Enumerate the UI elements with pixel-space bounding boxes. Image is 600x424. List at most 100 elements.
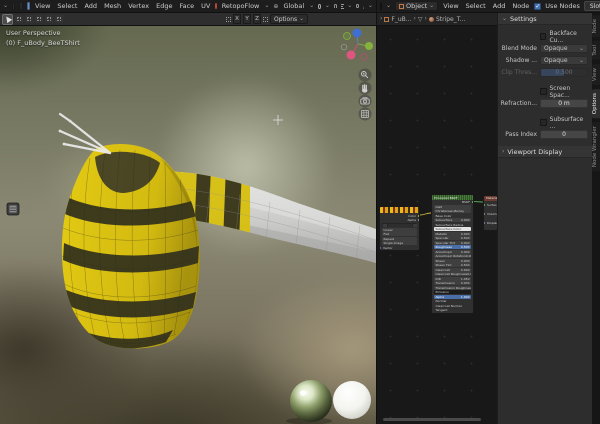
vertex-select-mode-button[interactable] (12, 2, 15, 10)
image-datablock-selector[interactable] (382, 223, 417, 227)
principled-node-row[interactable]: Alpha1.000 (434, 295, 471, 299)
shader-menu-item[interactable]: Select (465, 2, 487, 10)
snap-with-icon[interactable] (341, 4, 344, 9)
shadow-mode-dropdown[interactable]: Opaque ⌄ (540, 56, 588, 65)
viewport-menu-item[interactable]: Select (56, 2, 78, 10)
refraction-depth-field[interactable]: 0 m (540, 99, 588, 108)
viewport-display-panel-header[interactable]: › Viewport Display (498, 146, 592, 158)
viewport-nav-buttons[interactable] (359, 69, 372, 121)
principled-node-row[interactable]: Christensen-Burley (434, 209, 471, 213)
sidebar-tab[interactable]: View (592, 64, 600, 85)
crumb-material-name[interactable]: Stripe_T... (436, 16, 465, 23)
image-node-dropdown[interactable]: Linear (382, 228, 417, 232)
image-node-dropdown[interactable]: Repeat (382, 237, 417, 241)
zoom-button[interactable] (359, 69, 372, 82)
principled-node-row[interactable]: Clearcoat Normal (434, 304, 471, 308)
crumb-object-name[interactable]: F_uB... (391, 16, 411, 23)
principled-node-row[interactable]: Subsurface Color (434, 227, 471, 231)
mode-dropdown-chevron-icon[interactable]: ⌄ (3, 4, 8, 8)
screen-space-refraction-checkbox[interactable] (540, 88, 547, 95)
sidebar-tab[interactable]: Options (592, 89, 600, 118)
mirror-y-button[interactable]: Y (243, 14, 251, 24)
principled-node-row[interactable]: Roughness0.500 (434, 245, 471, 249)
axis-gizmo[interactable] (341, 29, 373, 61)
select-lasso-tool-button[interactable] (35, 15, 43, 23)
node-output-socket[interactable]: Alpha (380, 218, 419, 222)
principled-node-row[interactable]: Subsurface Radius (434, 223, 471, 227)
viewport-menu-item[interactable]: Edge (155, 2, 173, 10)
principled-node-row[interactable]: Anisotropic Rotation0.000 (434, 254, 471, 258)
principled-node-row[interactable]: GGX (434, 205, 471, 209)
sidebar-toggle-icon[interactable] (7, 203, 19, 215)
principled-node-row[interactable]: Clearcoat Roughness0.030 (434, 272, 471, 276)
node-input-socket[interactable]: Surface (484, 203, 497, 208)
snap-magnet-icon[interactable] (334, 4, 337, 8)
subsurface-translucency-checkbox[interactable] (540, 119, 547, 126)
editor-type-icon[interactable] (380, 2, 382, 11)
principled-node-row[interactable]: Sheen Tint0.500 (434, 263, 471, 267)
viewport-menu-item[interactable]: Face (178, 2, 195, 10)
settings-panel-header[interactable]: ⌄ Settings (498, 13, 592, 25)
mirror-z-button[interactable]: Z (253, 14, 261, 24)
principled-bsdf-node[interactable]: Principled BSDF BSDF GGX Christensen-Bur… (431, 194, 474, 314)
viewport-menu-item[interactable]: View (34, 2, 51, 10)
viewport-menu-item[interactable]: Vertex (127, 2, 150, 10)
image-node-dropdown[interactable]: Single Image (382, 241, 417, 245)
principled-node-row[interactable]: Emission (434, 290, 471, 294)
principled-node-row[interactable]: Transmission0.000 (434, 281, 471, 285)
pan-button[interactable] (359, 82, 372, 95)
shader-menu-item[interactable]: Node (511, 2, 530, 10)
output-node-header[interactable]: Material Output (484, 196, 497, 201)
viewport-3d[interactable]: User Perspective (0) F_uBody_BeeTShirt (0, 0, 376, 424)
active-tool-button[interactable] (2, 14, 13, 25)
principled-node-row[interactable]: Clearcoat0.000 (434, 268, 471, 272)
pass-index-field[interactable]: 0 (540, 130, 588, 139)
sidebar-tab[interactable]: Tool (592, 41, 600, 60)
shader-menu-item[interactable]: View (442, 2, 459, 10)
viewport-menu-item[interactable]: UV (200, 2, 211, 10)
principled-node-row[interactable]: Sheen0.000 (434, 259, 471, 263)
vector-input-socket[interactable]: Vector (380, 246, 419, 250)
select-circle-tool-button[interactable] (25, 15, 33, 23)
edge-select-mode-button[interactable] (19, 2, 22, 10)
options-dropdown[interactable]: Options ⌄ (270, 14, 308, 24)
bsdf-output-socket[interactable]: BSDF (432, 200, 473, 205)
face-select-mode-button[interactable] (27, 2, 30, 10)
retopoflow-menu[interactable]: RetopoFlow (221, 2, 261, 10)
mirror-x-button[interactable]: X (233, 14, 241, 24)
pivot-point-icon[interactable] (318, 4, 321, 9)
principled-node-row[interactable]: Anisotropic0.000 (434, 250, 471, 254)
clip-threshold-slider[interactable]: 0.500 (540, 68, 588, 77)
select-box-tool-button[interactable] (15, 15, 23, 23)
shader-mode-dropdown[interactable]: Object ⌄ (395, 1, 438, 11)
perspective-toggle-button[interactable] (359, 108, 372, 121)
principled-node-row[interactable]: Subsurface0.000 (434, 218, 471, 222)
camera-view-button[interactable] (359, 95, 372, 108)
shader-node-editor[interactable]: ColorAlpha LinearFlatRepeatSingle Image … (376, 26, 497, 424)
principled-node-row[interactable]: IOR1.450 (434, 277, 471, 281)
use-nodes-checkbox[interactable]: ✓ (534, 3, 541, 10)
falloff-curve-icon[interactable] (363, 4, 364, 9)
sidebar-tab[interactable]: Node (592, 15, 600, 37)
image-node-dropdown[interactable]: Flat (382, 232, 417, 236)
principled-node-row[interactable]: Tangent (434, 308, 471, 312)
principled-node-row[interactable]: Specular0.500 (434, 236, 471, 240)
principled-node-row[interactable]: Transmission Roughness0.000 (434, 286, 471, 290)
cursor-tool-button[interactable] (45, 15, 53, 23)
shader-menu-item[interactable]: Add (492, 2, 507, 10)
principled-node-row[interactable]: Specular Tint0.000 (434, 241, 471, 245)
node-input-socket[interactable]: Volume (484, 212, 497, 217)
node-editor-hscrollbar[interactable] (383, 418, 481, 421)
material-output-node[interactable]: Material Output SurfaceVolumeDisplacemen… (483, 195, 497, 231)
image-texture-node[interactable]: ColorAlpha LinearFlatRepeatSingle Image … (379, 206, 420, 251)
viewport-menu-item[interactable]: Mesh (103, 2, 122, 10)
viewport-menu-item[interactable]: Add (83, 2, 98, 10)
blend-mode-dropdown[interactable]: Opaque ⌄ (540, 44, 588, 53)
sidebar-tab[interactable]: Node Wrangler (592, 122, 600, 171)
principled-node-row[interactable]: Normal (434, 299, 471, 303)
proportional-edit-icon[interactable] (356, 4, 358, 8)
move-tool-button[interactable] (55, 15, 63, 23)
principled-node-row[interactable]: Metallic0.000 (434, 232, 471, 236)
transform-orientation-dropdown[interactable]: Global (282, 2, 305, 10)
slot-button[interactable]: Slot 1 (584, 1, 600, 11)
